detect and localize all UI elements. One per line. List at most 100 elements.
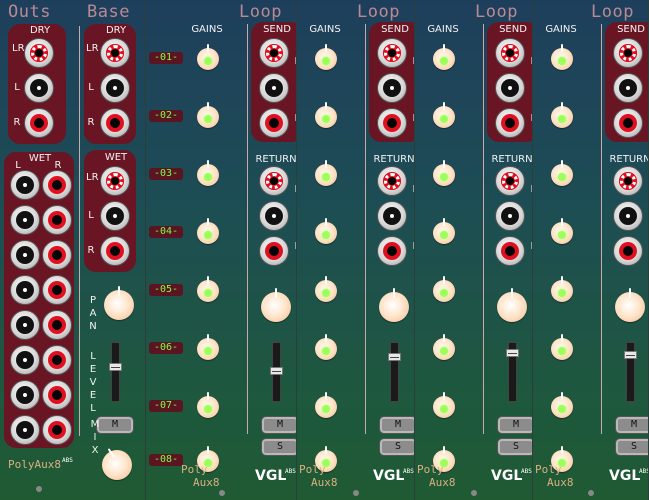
loop-pan-knob[interactable]: [261, 288, 291, 324]
return-stereo-jack[interactable]: [259, 166, 289, 196]
channel-gain-knob[interactable]: [433, 218, 455, 246]
channel-gain-knob[interactable]: [315, 160, 337, 188]
channel-gain-knob[interactable]: [433, 44, 455, 72]
send-right-jack[interactable]: [613, 108, 643, 138]
channel-gain-knob[interactable]: [197, 160, 219, 188]
base-level-fader-cap[interactable]: [109, 363, 122, 371]
send-stereo-jack[interactable]: [259, 38, 289, 68]
return-left-jack[interactable]: [613, 201, 643, 231]
loop-pan-knob[interactable]: [379, 288, 409, 324]
loop-mute-button[interactable]: M: [379, 416, 414, 434]
loop-pan-knob[interactable]: [615, 288, 645, 324]
wet-out-left-jack[interactable]: [10, 415, 40, 445]
channel-gain-knob[interactable]: [197, 392, 219, 420]
channel-gain-knob[interactable]: [433, 160, 455, 188]
channel-gain-knob[interactable]: [197, 218, 219, 246]
return-stereo-jack[interactable]: [377, 166, 407, 196]
base-dry-right-jack[interactable]: [100, 108, 130, 138]
channel-gain-knob[interactable]: [315, 218, 337, 246]
loop-level-fader-cap[interactable]: [388, 353, 401, 361]
base-dry-stereo-jack[interactable]: [100, 38, 130, 68]
dry-out-right-jack[interactable]: [24, 108, 54, 138]
wet-out-left-jack[interactable]: [10, 275, 40, 305]
channel-gain-knob[interactable]: [433, 334, 455, 362]
wet-out-right-jack[interactable]: [42, 240, 72, 270]
channel-gain-knob[interactable]: [315, 334, 337, 362]
loop-mute-button[interactable]: M: [615, 416, 648, 434]
channel-gain-knob[interactable]: [315, 44, 337, 72]
wet-out-right-jack[interactable]: [42, 205, 72, 235]
loop-mute-button[interactable]: M: [497, 416, 532, 434]
channel-gain-knob[interactable]: [551, 334, 573, 362]
channel-gain-knob[interactable]: [551, 218, 573, 246]
wet-out-left-jack[interactable]: [10, 310, 40, 340]
return-right-jack[interactable]: [495, 236, 525, 266]
send-right-jack[interactable]: [495, 108, 525, 138]
loop-level-fader[interactable]: [624, 342, 637, 402]
return-stereo-jack[interactable]: [613, 166, 643, 196]
return-right-jack[interactable]: [377, 236, 407, 266]
loop-level-fader[interactable]: [506, 342, 519, 402]
loop-solo-button[interactable]: S: [379, 438, 414, 456]
channel-gain-knob[interactable]: [551, 44, 573, 72]
loop-level-fader-cap[interactable]: [624, 351, 637, 359]
wet-out-right-jack[interactable]: [42, 380, 72, 410]
return-left-jack[interactable]: [495, 201, 525, 231]
channel-gain-knob[interactable]: [197, 334, 219, 362]
channel-gain-knob[interactable]: [197, 44, 219, 72]
mix-knob[interactable]: [102, 446, 132, 482]
send-left-jack[interactable]: [613, 73, 643, 103]
channel-gain-knob[interactable]: [315, 276, 337, 304]
loop-level-fader-cap[interactable]: [270, 367, 283, 375]
return-right-jack[interactable]: [259, 236, 289, 266]
base-wet-left-jack[interactable]: [100, 201, 130, 231]
channel-gain-knob[interactable]: [551, 276, 573, 304]
wet-out-right-jack[interactable]: [42, 170, 72, 200]
channel-gain-knob[interactable]: [197, 102, 219, 130]
channel-gain-knob[interactable]: [433, 276, 455, 304]
send-stereo-jack[interactable]: [613, 38, 643, 68]
channel-gain-knob[interactable]: [197, 276, 219, 304]
wet-out-right-jack[interactable]: [42, 310, 72, 340]
send-right-jack[interactable]: [259, 108, 289, 138]
base-wet-right-jack[interactable]: [100, 236, 130, 266]
channel-gain-knob[interactable]: [315, 102, 337, 130]
channel-gain-knob[interactable]: [551, 102, 573, 130]
send-left-jack[interactable]: [377, 73, 407, 103]
dry-out-stereo-jack[interactable]: [24, 38, 54, 68]
wet-out-right-jack[interactable]: [42, 415, 72, 445]
loop-level-fader[interactable]: [388, 342, 401, 402]
base-mute-button[interactable]: M: [96, 416, 134, 434]
send-left-jack[interactable]: [495, 73, 525, 103]
channel-gain-knob[interactable]: [433, 102, 455, 130]
base-level-fader[interactable]: [109, 342, 122, 402]
return-stereo-jack[interactable]: [495, 166, 525, 196]
send-stereo-jack[interactable]: [377, 38, 407, 68]
send-stereo-jack[interactable]: [495, 38, 525, 68]
loop-solo-button[interactable]: S: [261, 438, 296, 456]
wet-out-right-jack[interactable]: [42, 275, 72, 305]
send-left-jack[interactable]: [259, 73, 289, 103]
base-dry-left-jack[interactable]: [100, 73, 130, 103]
channel-gain-knob[interactable]: [551, 160, 573, 188]
loop-pan-knob[interactable]: [497, 288, 527, 324]
wet-out-left-jack[interactable]: [10, 205, 40, 235]
wet-out-left-jack[interactable]: [10, 380, 40, 410]
base-wet-stereo-jack[interactable]: [100, 166, 130, 196]
wet-out-left-jack[interactable]: [10, 345, 40, 375]
return-left-jack[interactable]: [259, 201, 289, 231]
loop-level-fader[interactable]: [270, 342, 283, 402]
loop-solo-button[interactable]: S: [497, 438, 532, 456]
send-right-jack[interactable]: [377, 108, 407, 138]
channel-gain-knob[interactable]: [433, 392, 455, 420]
loop-solo-button[interactable]: S: [615, 438, 648, 456]
base-pan-knob[interactable]: [104, 286, 134, 322]
return-right-jack[interactable]: [613, 236, 643, 266]
dry-out-left-jack[interactable]: [24, 73, 54, 103]
loop-level-fader-cap[interactable]: [506, 349, 519, 357]
channel-gain-knob[interactable]: [551, 392, 573, 420]
loop-mute-button[interactable]: M: [261, 416, 296, 434]
wet-out-left-jack[interactable]: [10, 240, 40, 270]
wet-out-right-jack[interactable]: [42, 345, 72, 375]
channel-gain-knob[interactable]: [315, 392, 337, 420]
